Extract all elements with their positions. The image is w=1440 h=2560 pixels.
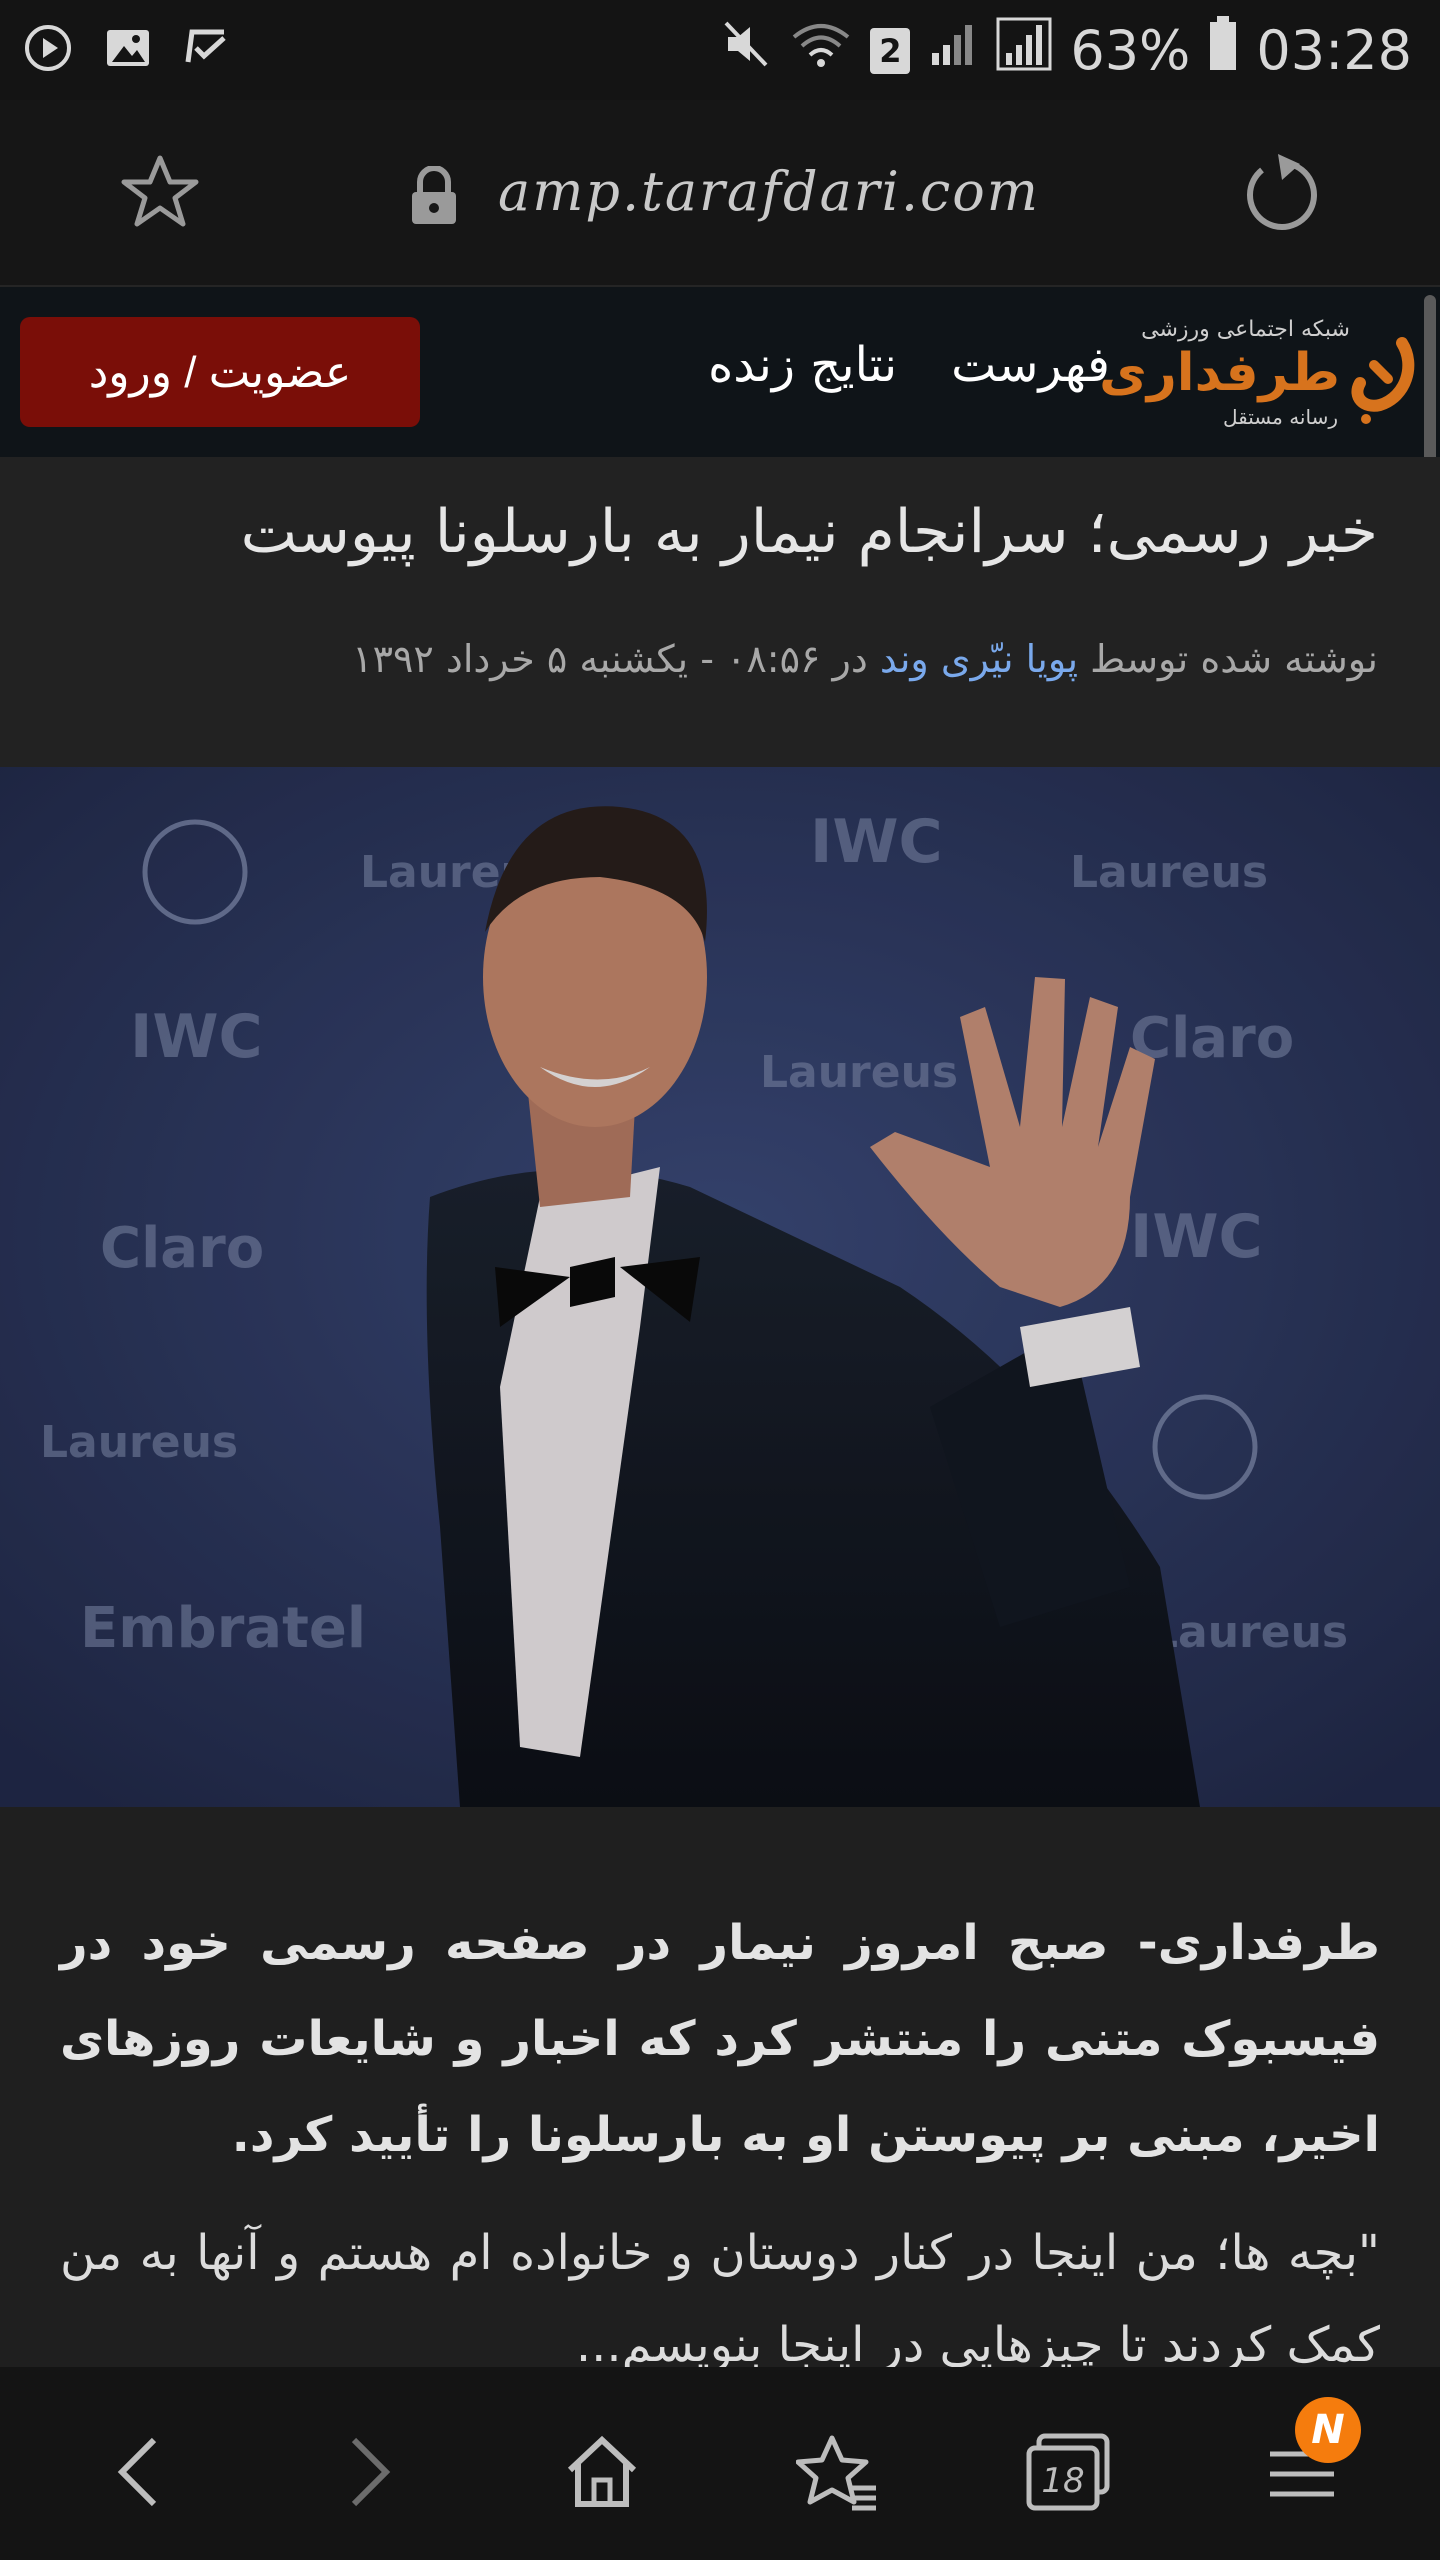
signal-2-icon <box>996 17 1052 84</box>
logo-tagline-top: شبکه اجتماعی ورزشی <box>1141 317 1350 342</box>
battery-icon <box>1208 16 1238 85</box>
url-text[interactable]: amp.tarafdari.com <box>498 160 1040 223</box>
logo-mark-icon <box>1344 335 1420 425</box>
site-logo[interactable]: شبکه اجتماعی ورزشی طرفداری رسانه مستقل <box>1099 305 1420 435</box>
browser-url-bar: amp.tarafdari.com <box>0 100 1440 287</box>
back-button[interactable] <box>88 2422 188 2522</box>
article-byline: نوشته شده توسط پویا نیّری وند در ۰۸:۵۶ -… <box>352 637 1378 681</box>
bookmark-star-icon[interactable] <box>120 152 200 232</box>
article-lead: طرفداری- صبح امروز نیمار در صفحه رسمی خو… <box>60 1915 1380 2163</box>
home-icon <box>567 2435 637 2507</box>
status-bar: 2 63% 03:28 <box>0 0 1440 100</box>
forward-arrow-icon <box>351 2437 391 2507</box>
back-arrow-icon <box>117 2437 157 2507</box>
author-link[interactable]: پویا نیّری وند <box>880 637 1078 681</box>
nav-link-menu[interactable]: فهرست <box>951 337 1110 393</box>
bookmarks-button[interactable] <box>788 2422 888 2522</box>
article-body: طرفداری- صبح امروز نیمار در صفحه رسمی خو… <box>0 1807 1440 2373</box>
browser-bottom-bar: 18 N <box>0 2367 1440 2560</box>
mute-icon <box>722 19 772 82</box>
article-headline: خبر رسمی؛ سرانجام نیمار به بارسلونا پیوس… <box>240 497 1378 567</box>
byline-prefix: نوشته شده توسط <box>1090 637 1378 681</box>
bookmarks-icon <box>796 2435 876 2511</box>
byline-date: در ۰۸:۵۶ - یکشنبه ۵ خرداد ۱۳۹۲ <box>352 637 868 681</box>
task-notification-icon <box>182 22 234 74</box>
logo-name: طرفداری <box>1099 343 1340 403</box>
reload-icon[interactable] <box>1240 150 1320 235</box>
play-notification-icon <box>22 22 74 74</box>
sim-slot-icon: 2 <box>870 27 911 74</box>
gallery-notification-icon <box>102 22 154 74</box>
signal-icon <box>928 19 978 82</box>
notification-badge[interactable]: N <box>1295 2397 1361 2463</box>
tabs-count: 18 <box>1041 2461 1084 2501</box>
lock-icon <box>408 165 460 226</box>
site-header: عضویت / ورود فهرست نتایج زنده شبکه اجتما… <box>0 287 1440 457</box>
tabs-button[interactable]: 18 <box>1018 2422 1118 2522</box>
article-hero-image: IWC IWC IWC Claro Claro Embratel Laureus… <box>0 767 1440 1807</box>
login-signup-button[interactable]: عضویت / ورود <box>20 317 420 427</box>
home-button[interactable] <box>552 2422 652 2522</box>
article-paragraph: "بچه ها؛ من اینجا در کنار دوستان و خانوا… <box>60 2225 1380 2373</box>
logo-tagline-bottom: رسانه مستقل <box>1222 405 1338 429</box>
battery-percent: 63% <box>1070 19 1191 82</box>
clock: 03:28 <box>1256 19 1412 82</box>
tabs-icon: 18 <box>1026 2433 1110 2511</box>
nav-link-live-results[interactable]: نتایج زنده <box>708 337 897 393</box>
forward-button[interactable] <box>320 2422 420 2522</box>
article-header: خبر رسمی؛ سرانجام نیمار به بارسلونا پیوس… <box>0 457 1440 767</box>
wifi-icon <box>790 19 852 82</box>
